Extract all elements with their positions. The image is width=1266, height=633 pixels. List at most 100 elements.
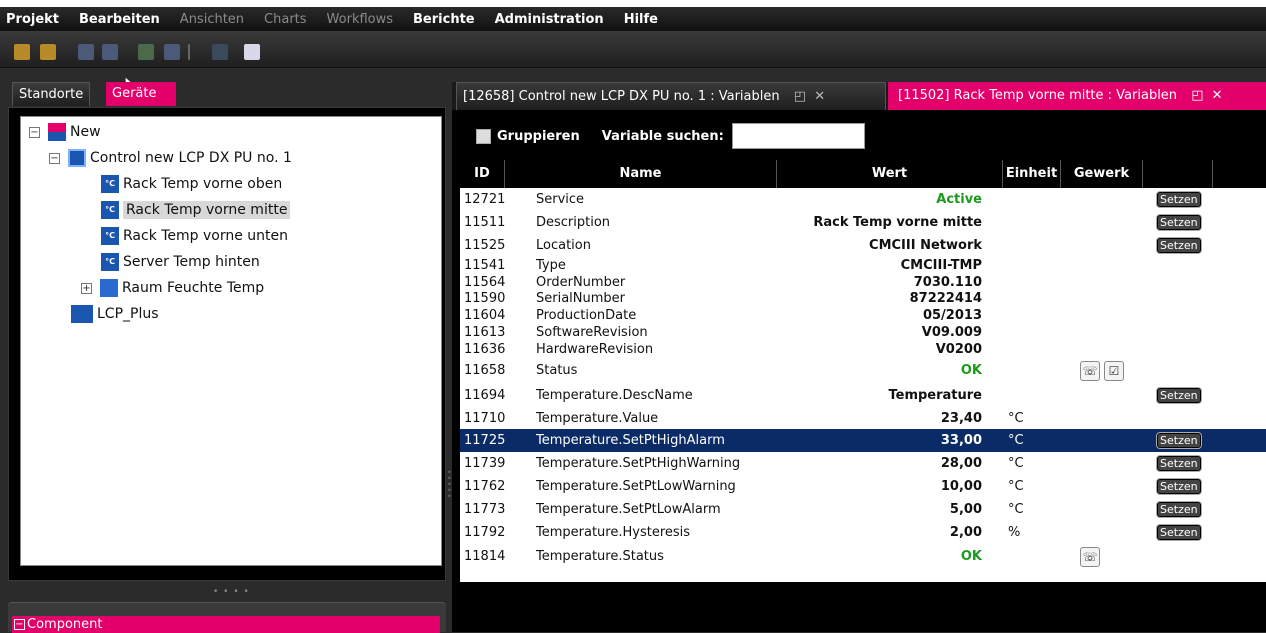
cell-gewerk: ☏ ☑	[1080, 358, 1140, 383]
setzen-button[interactable]: Setzen	[1156, 432, 1202, 449]
table-row[interactable]: 11590 SerialNumber 87222414	[460, 290, 1266, 307]
setzen-button[interactable]: Setzen	[1156, 478, 1202, 495]
device-tree: − New − Control new LCP DX PU no. 1 °C R…	[20, 116, 442, 566]
cell-unit: °C	[1008, 433, 1024, 448]
cell-gewerk	[1080, 290, 1140, 307]
tree-item-label: Rack Temp vorne oben	[123, 176, 283, 192]
cell-unit	[1008, 307, 1048, 324]
cell-action	[1156, 408, 1216, 429]
cut-icon[interactable]	[102, 44, 118, 60]
table-row[interactable]: 11725 Temperature.SetPtHighAlarm 33,00 °C Se…	[460, 429, 1266, 452]
table-row[interactable]: 11636 HardwareRevision V0200	[460, 341, 1266, 358]
table-row[interactable]: 11739 Temperature.SetPtHighWarning 28,00 °C…	[460, 452, 1266, 475]
table-row[interactable]: 11525 Location CMCIII Network Setzen	[460, 234, 1266, 257]
cell-value: 23,40	[940, 411, 982, 426]
search-label: Variable suchen:	[601, 128, 724, 144]
new-item-icon[interactable]	[14, 44, 30, 60]
table-row[interactable]: 11773 Temperature.SetPtLowAlarm 5,00 °C Setz…	[460, 498, 1266, 521]
check-icon[interactable]: ☑	[1104, 360, 1124, 381]
cell-id: 11694	[464, 388, 506, 403]
column-header-name[interactable]: Name	[504, 160, 776, 188]
cell-action: Setzen	[1156, 188, 1216, 211]
menu-administration[interactable]: Administration	[495, 12, 604, 27]
tree-item-control-lcp[interactable]: − Control new LCP DX PU no. 1	[49, 147, 292, 169]
menu-bar: Projekt Bearbeiten Ansichten Charts Work…	[0, 7, 1266, 31]
cell-action: Setzen	[1156, 234, 1216, 257]
pin-icon[interactable]: ◰	[794, 89, 806, 104]
setzen-button[interactable]: Setzen	[1156, 524, 1202, 541]
menu-workflows: Workflows	[326, 11, 394, 27]
table-row[interactable]: 11792 Temperature.Hysteresis 2,00% Setzen	[460, 521, 1266, 544]
setzen-button[interactable]: Setzen	[1156, 455, 1202, 472]
tab-control-variablen[interactable]: [12658] Control new LCP DX PU no. 1 : Va…	[456, 82, 886, 110]
table-row[interactable]: 12721 Service Active Setzen	[460, 188, 1266, 211]
table-row[interactable]: 11604 ProductionDate 05/2013	[460, 307, 1266, 324]
group-checkbox[interactable]	[476, 128, 491, 144]
menu-hilfe[interactable]: Hilfe	[624, 12, 658, 27]
component-header[interactable]: − Component	[12, 616, 440, 633]
tab-rack-temp-variablen[interactable]: [11502] Rack Temp vorne mitte : Variable…	[888, 82, 1266, 110]
tree-item-server-temp[interactable]: °C Server Temp hinten	[101, 251, 260, 273]
close-icon[interactable]: ✕	[814, 89, 825, 104]
cell-id: 11814	[464, 549, 506, 564]
table-row[interactable]: 11710 Temperature.Value 23,40 °C	[460, 408, 1266, 429]
acknowledge-icon[interactable]: ☏	[1080, 546, 1100, 567]
search-input[interactable]	[731, 123, 865, 149]
table-row[interactable]: 11613 SoftwareRevision V09.009	[460, 324, 1266, 341]
tree-item-rack-temp-mitte[interactable]: °C Rack Temp vorne mitte	[101, 199, 291, 221]
cell-action	[1156, 307, 1216, 324]
table-row[interactable]: 11564 OrderNumber 7030.110	[460, 274, 1266, 290]
close-icon[interactable]: ✕	[1212, 88, 1223, 103]
cell-id: 11525	[464, 238, 506, 253]
collapse-icon[interactable]: −	[49, 152, 60, 164]
setzen-button[interactable]: Setzen	[1156, 501, 1202, 518]
tree-item-new[interactable]: − New	[29, 121, 101, 143]
cell-gewerk	[1080, 521, 1140, 544]
expand-icon[interactable]: +	[81, 282, 92, 294]
setzen-button[interactable]: Setzen	[1156, 214, 1202, 231]
group-label: Gruppieren	[497, 128, 580, 144]
table-row[interactable]: 11814 Temperature.Status OK ☏	[460, 544, 1266, 569]
tree-item-lcp-plus[interactable]: LCP_Plus	[71, 303, 159, 325]
setzen-button[interactable]: Setzen	[1156, 191, 1202, 208]
tree-item-label: Control new LCP DX PU no. 1	[90, 150, 292, 166]
tree-item-rack-temp-oben[interactable]: °C Rack Temp vorne oben	[101, 173, 282, 195]
forward-icon[interactable]	[138, 44, 154, 60]
setzen-button[interactable]: Setzen	[1156, 387, 1202, 404]
cell-value: V0200	[935, 342, 982, 357]
tree-item-raum-feuchte[interactable]: + Raum Feuchte Temp	[81, 277, 264, 299]
menu-bearbeiten[interactable]: Bearbeiten	[79, 12, 160, 27]
export-icon[interactable]	[164, 44, 180, 60]
cell-id: 11590	[464, 291, 506, 306]
tree-item-rack-temp-unten[interactable]: °C Rack Temp vorne unten	[101, 225, 288, 247]
network-icon[interactable]	[212, 44, 228, 60]
vertical-splitter[interactable]: • • • • •	[447, 469, 452, 510]
pin-icon[interactable]: ◰	[1191, 88, 1203, 103]
table-row[interactable]: 11541 Type CMCIII-TMP	[460, 257, 1266, 274]
acknowledge-icon[interactable]: ☏	[1080, 360, 1100, 381]
collapse-icon[interactable]: −	[14, 619, 25, 630]
table-row[interactable]: 11694 Temperature.DescName Temperature Setz…	[460, 383, 1266, 408]
setzen-button[interactable]: Setzen	[1156, 237, 1202, 254]
splitter-handle[interactable]: • • • •	[213, 587, 253, 597]
column-header-gewerk[interactable]: Gewerk	[1060, 160, 1142, 188]
cell-action: Setzen	[1156, 211, 1216, 234]
document-icon[interactable]	[244, 44, 260, 60]
cell-id: 11541	[464, 258, 506, 273]
table-row[interactable]: 11762 Temperature.SetPtLowWarning 10,00 °C S…	[460, 475, 1266, 498]
table-row[interactable]: 11658 Status OK ☏ ☑	[460, 358, 1266, 383]
cell-value: 33,00	[940, 433, 982, 448]
open-folder-icon[interactable]	[40, 44, 56, 60]
save-icon[interactable]	[78, 44, 94, 60]
tab-geraete[interactable]: Geräte	[106, 82, 176, 106]
menu-berichte[interactable]: Berichte	[413, 12, 475, 27]
column-header-wert[interactable]: Wert	[776, 160, 1002, 188]
column-header-einheit[interactable]: Einheit	[1002, 160, 1060, 188]
column-header-id[interactable]: ID	[460, 160, 504, 188]
collapse-icon[interactable]: −	[29, 126, 40, 138]
menu-projekt[interactable]: Projekt	[6, 12, 59, 27]
cell-name: Temperature.SetPtLowWarning	[536, 479, 736, 494]
tab-standorte[interactable]: Standorte	[12, 82, 91, 106]
cell-value: 10,00	[940, 479, 982, 494]
table-row[interactable]: 11511 Description Rack Temp vorne mitte Set…	[460, 211, 1266, 234]
